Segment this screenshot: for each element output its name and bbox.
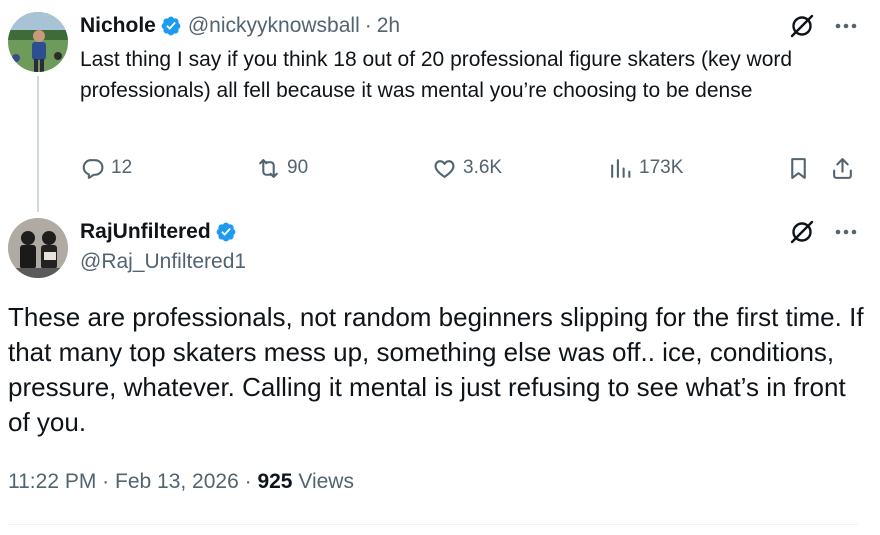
tweet-action-bar: 12 90 3.6K 173K <box>80 152 860 184</box>
bookmark-icon <box>791 157 806 179</box>
tweet-timestamp[interactable]: 11:22 PM · Feb 13, 2026 · <box>8 470 252 493</box>
bookmark-button[interactable] <box>786 152 811 184</box>
tweet-top-actions <box>788 218 860 246</box>
views-icon <box>611 158 631 178</box>
tweet-time[interactable]: 2h <box>377 14 400 38</box>
repost-count: 90 <box>287 157 309 178</box>
grok-icon[interactable] <box>788 218 816 246</box>
thread-connector-line <box>37 76 39 212</box>
display-name[interactable]: RajUnfiltered <box>80 220 211 244</box>
reply-count: 12 <box>111 157 133 178</box>
tweet-top-actions <box>788 12 860 40</box>
verified-badge-icon <box>216 222 236 242</box>
tweet-text: Last thing I say if you think 18 out of … <box>80 48 793 102</box>
tweet-header: Nichole @nickyyknowsball · 2h <box>80 12 400 40</box>
views-count: 925 <box>257 470 293 493</box>
view-count: 173K <box>639 157 684 178</box>
tweet-metadata: 11:22 PM · Feb 13, 2026 · 925 Views <box>8 470 354 494</box>
share-icon <box>833 157 852 179</box>
like-icon <box>434 159 455 178</box>
verified-badge-icon <box>161 16 181 36</box>
tweet-text: These are professionals, not random begi… <box>8 302 864 437</box>
share-button[interactable] <box>830 152 855 184</box>
handle[interactable]: @nickyyknowsball <box>188 14 360 38</box>
like-button[interactable]: 3.6K <box>432 152 502 184</box>
reply-button[interactable]: 12 <box>80 152 132 184</box>
avatar-nichole[interactable] <box>8 12 68 72</box>
display-name[interactable]: Nichole <box>80 14 156 38</box>
more-icon[interactable] <box>832 218 860 246</box>
handle[interactable]: @Raj_Unfiltered1 <box>80 250 246 274</box>
divider <box>8 524 858 525</box>
views-label: Views <box>298 470 354 493</box>
reply-icon <box>82 158 104 179</box>
more-icon[interactable] <box>832 12 860 40</box>
like-count: 3.6K <box>463 157 503 178</box>
repost-button[interactable]: 90 <box>256 152 308 184</box>
views-button[interactable]: 173K <box>608 152 683 184</box>
grok-icon[interactable] <box>788 12 816 40</box>
avatar-rajunfiltered[interactable] <box>8 218 68 278</box>
separator-dot: · <box>364 14 372 37</box>
repost-icon <box>259 158 278 178</box>
tweet-header: RajUnfiltered <box>80 218 237 246</box>
